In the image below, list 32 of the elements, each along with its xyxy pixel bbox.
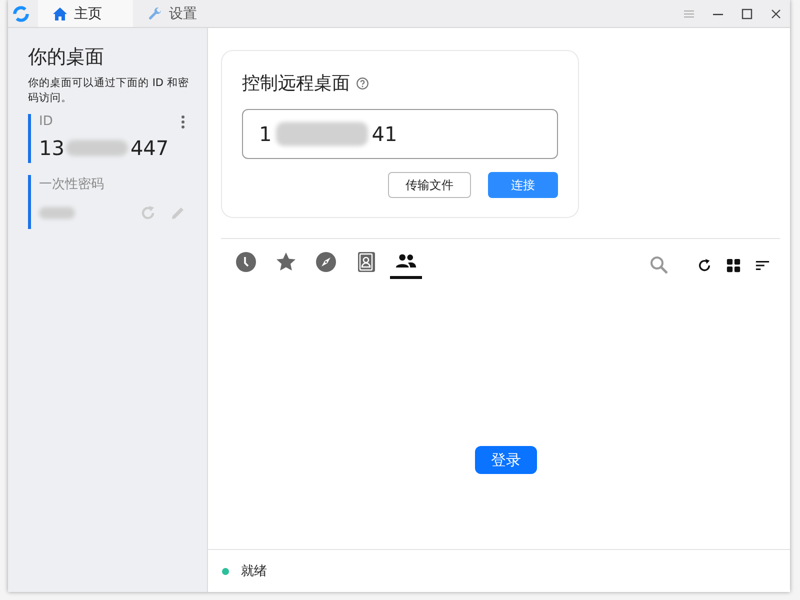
refresh-icon[interactable] [697, 258, 712, 272]
remote-id-field[interactable]: 1 41 [242, 109, 558, 159]
search-icon[interactable] [649, 255, 669, 275]
sidebar-title: 你的桌面 [28, 45, 105, 70]
card-title: 控制远程桌面 [242, 72, 350, 95]
home-icon [52, 6, 68, 22]
clock-icon [235, 251, 257, 273]
peer-tab[interactable] [390, 251, 422, 279]
remote-id-start: 1 [259, 122, 272, 146]
id-value-start: 13 [39, 136, 64, 160]
help-icon[interactable] [356, 76, 369, 90]
maximize-icon[interactable] [741, 8, 753, 20]
status-text: 就绪 [241, 563, 267, 580]
redaction-blur [66, 140, 128, 156]
tab[interactable]: 设置 [133, 0, 228, 27]
redaction-blur [39, 207, 75, 219]
remote-id-end: 41 [372, 122, 398, 146]
star-icon [275, 251, 297, 273]
file-transfer-button[interactable]: 传输文件 [388, 172, 471, 198]
app-logo-icon [12, 4, 30, 22]
login-button[interactable]: 登录 [475, 446, 537, 474]
compass-icon [315, 251, 337, 273]
password-label: 一次性密码 [39, 176, 105, 193]
tab[interactable]: 主页 [38, 0, 133, 27]
id-label: ID [39, 114, 53, 129]
contact-card-icon [355, 251, 377, 273]
more-icon[interactable] [181, 114, 185, 128]
close-icon[interactable] [770, 8, 782, 20]
wrench-icon [147, 6, 163, 22]
grid-view-icon[interactable] [726, 258, 741, 272]
id-value-end: 447 [130, 136, 169, 160]
sidebar-description: 你的桌面可以通过下面的 ID 和密码访问。 [28, 76, 190, 106]
